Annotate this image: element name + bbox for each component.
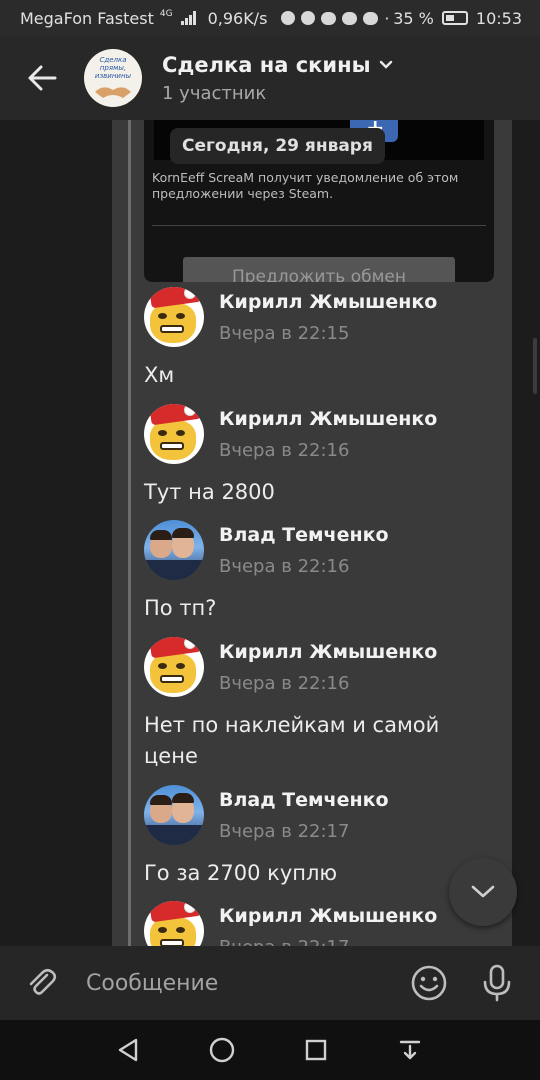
message-time: Вчера в 22:16 xyxy=(219,439,350,461)
scrollbar-thumb[interactable] xyxy=(533,338,537,394)
signal-icon xyxy=(180,11,196,25)
nav-recents-button[interactable] xyxy=(298,1032,334,1068)
divider xyxy=(152,225,486,226)
network-speed: 0,96K/s xyxy=(207,8,268,28)
nav-home-button[interactable] xyxy=(204,1032,240,1068)
message-text: Хм xyxy=(144,363,175,387)
message-text: По тп? xyxy=(144,596,217,620)
message-input[interactable] xyxy=(86,970,386,996)
chat-bubble-icon xyxy=(321,11,337,25)
chat-header: Сделка прямы, извинины Сделка на скины 1 … xyxy=(0,36,540,120)
avatar[interactable] xyxy=(144,901,204,946)
message-item[interactable]: Кирилл Жмышенко Вчера в 22:16 Нет по нак… xyxy=(144,636,504,772)
circle-home-icon xyxy=(209,1037,235,1063)
offer-trade-button[interactable]: Предложить обмен xyxy=(183,257,455,282)
battery-percent: 35 % xyxy=(393,8,434,28)
avatar[interactable] xyxy=(144,785,204,845)
avatar[interactable] xyxy=(144,287,204,347)
message-item[interactable]: Влад Темченко Вчера в 22:16 По тп? xyxy=(144,519,504,624)
message-list[interactable]: + KornEeff ScreaM получит уведомление об… xyxy=(0,120,540,946)
paperclip-icon xyxy=(29,968,57,995)
message-author[interactable]: Кирилл Жмышенко xyxy=(219,408,437,430)
clock: 10:53 xyxy=(475,8,522,28)
chat-bubble-icon xyxy=(363,11,379,25)
message-time: Вчера в 22:15 xyxy=(219,322,350,344)
smiley-icon xyxy=(411,965,447,1001)
message-time: Вчера в 22:16 xyxy=(219,555,350,577)
participant-count: 1 участник xyxy=(162,82,267,104)
chat-avatar-caption: Сделка прямы, извинины xyxy=(94,56,132,80)
chat-avatar[interactable]: Сделка прямы, извинины xyxy=(84,49,142,107)
microphone-icon xyxy=(483,964,511,1002)
avatar[interactable] xyxy=(144,404,204,464)
pull-down-icon xyxy=(399,1040,421,1060)
message-item[interactable]: Кирилл Жмышенко Вчера в 22:15 Хм xyxy=(144,286,504,391)
avatar[interactable] xyxy=(144,520,204,580)
scroll-to-bottom-button[interactable] xyxy=(449,858,517,926)
message-time: Вчера в 22:17 xyxy=(219,820,350,842)
status-bar: MegaFon Fastest 4G 0,96K/s · 35 % 10:53 xyxy=(0,0,540,36)
message-author[interactable]: Влад Темченко xyxy=(219,789,389,811)
system-navigation-bar xyxy=(0,1020,540,1080)
chevron-down-icon xyxy=(471,885,495,898)
app-notification-icon xyxy=(301,11,316,25)
voice-message-button[interactable] xyxy=(474,960,520,1006)
triangle-back-icon xyxy=(118,1038,138,1062)
attach-button[interactable] xyxy=(18,959,66,1007)
chat-title: Сделка на скины xyxy=(162,52,371,77)
message-item[interactable]: Кирилл Жмышенко Вчера в 22:17 xyxy=(144,900,504,946)
chat-bubble-icon xyxy=(342,11,358,25)
embed-notice: KornEeff ScreaM получит уведомление об э… xyxy=(152,170,459,201)
message-item[interactable]: Влад Темченко Вчера в 22:17 Го за 2700 к… xyxy=(144,784,504,889)
carrier-name: MegaFon Fastest xyxy=(20,8,154,28)
date-divider: Сегодня, 29 января xyxy=(170,128,385,164)
arrow-left-icon xyxy=(28,65,57,91)
message-author[interactable]: Кирилл Жмышенко xyxy=(219,905,437,927)
handshake-icon xyxy=(95,87,131,98)
avatar[interactable] xyxy=(144,637,204,697)
nav-notifications-button[interactable] xyxy=(392,1032,428,1068)
flame-icon xyxy=(281,11,296,25)
message-author[interactable]: Кирилл Жмышенко xyxy=(219,641,437,663)
battery-icon xyxy=(441,11,468,25)
emoji-button[interactable] xyxy=(406,960,452,1006)
thread-line xyxy=(128,120,131,946)
message-author[interactable]: Кирилл Жмышенко xyxy=(219,291,437,313)
network-type: 4G xyxy=(159,9,173,19)
message-author[interactable]: Влад Темченко xyxy=(219,524,389,546)
message-time: Вчера в 22:16 xyxy=(219,672,350,694)
message-text: Нет по наклейкам и самой цене xyxy=(144,713,440,768)
message-item[interactable]: Кирилл Жмышенко Вчера в 22:16 Тут на 280… xyxy=(144,403,504,508)
more-notifications-icon: · xyxy=(384,8,390,28)
back-button[interactable] xyxy=(12,48,72,108)
square-recents-icon xyxy=(305,1039,327,1061)
message-text: Тут на 2800 xyxy=(144,480,275,504)
nav-back-button[interactable] xyxy=(110,1032,146,1068)
message-composer xyxy=(0,946,540,1020)
chevron-down-icon xyxy=(379,60,392,69)
chat-title-block[interactable]: Сделка на скины 1 участник xyxy=(162,53,393,104)
message-time: Вчера в 22:17 xyxy=(219,937,437,947)
